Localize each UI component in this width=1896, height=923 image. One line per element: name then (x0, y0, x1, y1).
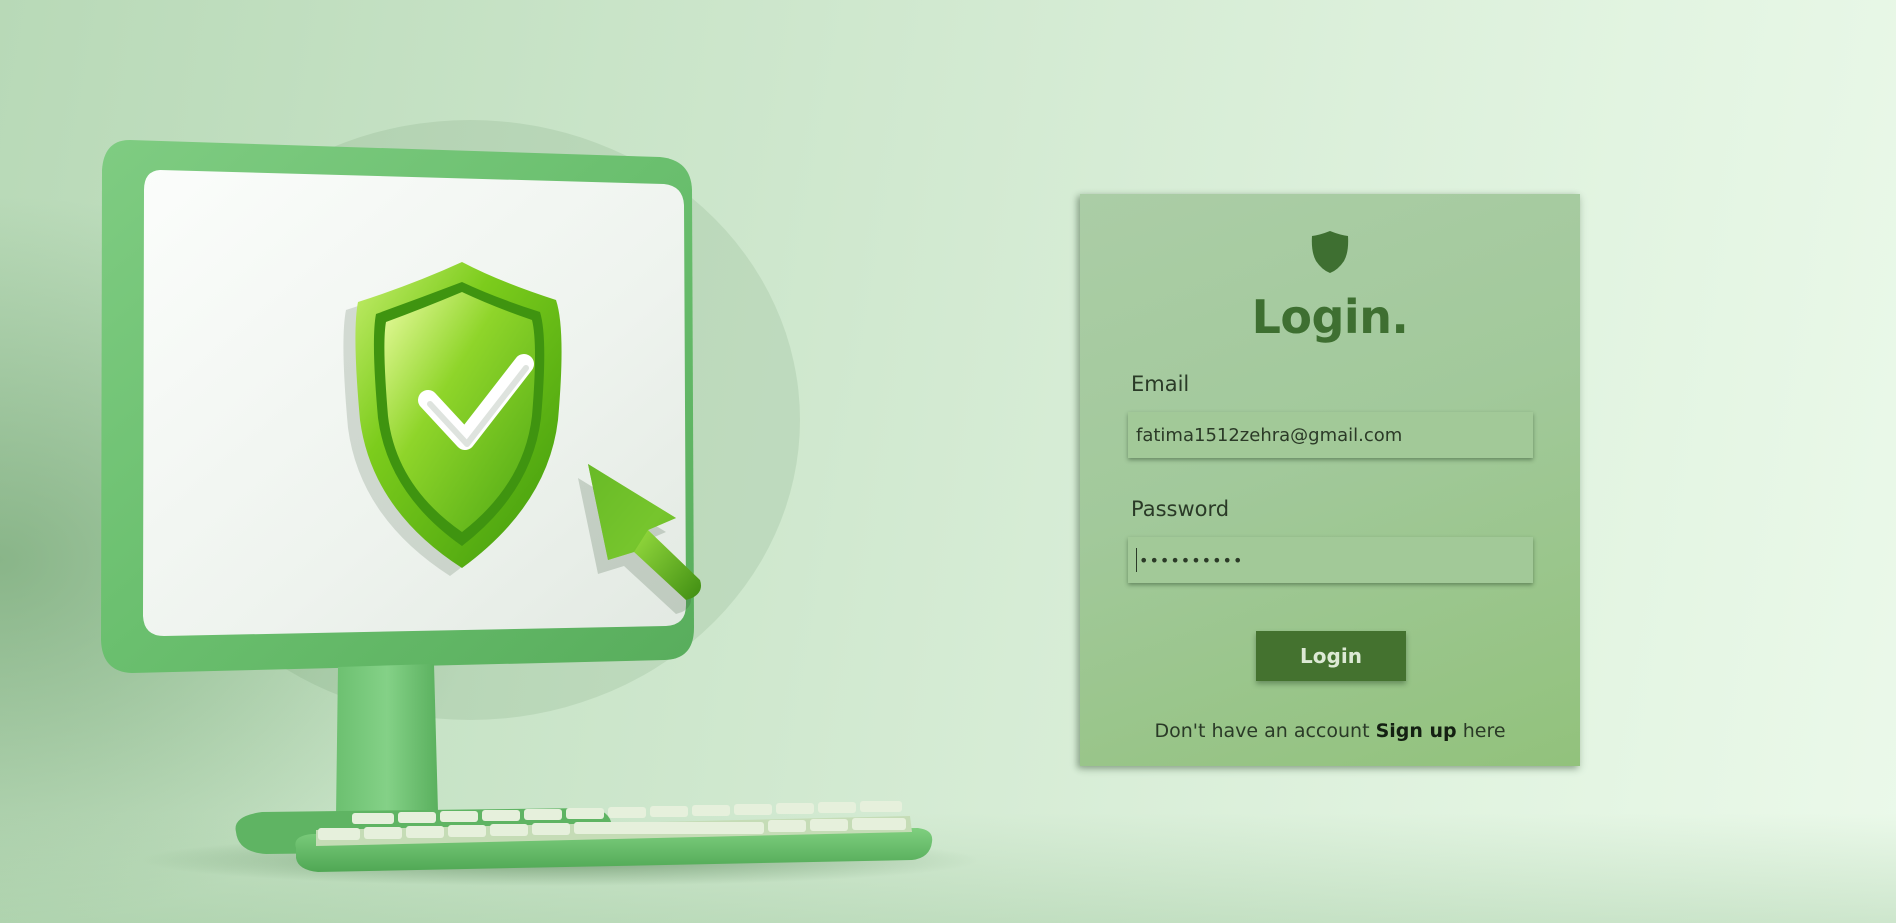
password-value: •••••••••• (1139, 550, 1244, 570)
hero-illustration (101, 120, 980, 886)
signup-link[interactable]: Sign up (1376, 720, 1457, 742)
email-field[interactable]: fatima1512zehra@gmail.com (1128, 412, 1533, 458)
email-label: Email (1131, 372, 1190, 396)
signup-prompt: Don't have an account Sign up here (1080, 720, 1580, 742)
shield-icon (1311, 231, 1349, 273)
signup-prefix: Don't have an account (1154, 720, 1376, 742)
page-title: Login. (1251, 290, 1409, 344)
login-button[interactable]: Login (1256, 631, 1406, 681)
password-field[interactable]: •••••••••• (1128, 537, 1533, 583)
password-label: Password (1131, 497, 1230, 521)
email-value: fatima1512zehra@gmail.com (1136, 424, 1403, 446)
signup-suffix: here (1456, 720, 1506, 742)
login-card: Login. Email fatima1512zehra@gmail.com P… (1080, 194, 1580, 766)
text-caret (1136, 548, 1137, 572)
